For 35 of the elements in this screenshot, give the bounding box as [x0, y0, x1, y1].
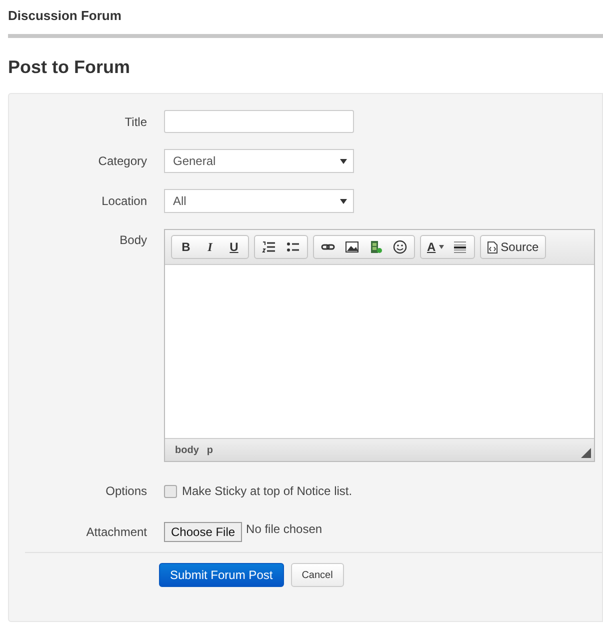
element-path-item[interactable]: body [175, 444, 199, 456]
title-input[interactable] [164, 110, 354, 133]
field-label: Title [124, 114, 147, 128]
text-color-button[interactable]: A [423, 236, 448, 258]
submit-button[interactable]: Submit Forum Post [159, 563, 284, 587]
page-title: Post to Forum [8, 57, 131, 78]
document-icon [486, 240, 498, 254]
field-label: Body [118, 232, 147, 247]
file-status: No file chosen [246, 522, 322, 536]
smiley-icon [393, 240, 407, 254]
source-button[interactable]: Source [482, 236, 543, 258]
horizontal-rule-icon [452, 240, 467, 254]
numbered-list-icon [262, 240, 276, 254]
dropdown-arrow-icon [340, 198, 347, 204]
dropdown-arrow-icon [340, 158, 347, 164]
page-header: Discussion Forum [8, 7, 122, 25]
field-label: Options [104, 484, 147, 498]
image-icon [345, 240, 359, 254]
caret-icon [438, 245, 444, 249]
element-path-item[interactable]: p [206, 444, 213, 456]
film-icon [369, 240, 383, 254]
resize-handle-icon[interactable] [581, 448, 591, 458]
checkbox-label: Make Sticky at top of Notice list. [182, 484, 352, 498]
cancel-button[interactable]: Cancel [290, 563, 344, 587]
format-button[interactable]: B [174, 236, 198, 258]
format-button[interactable]: I [198, 236, 222, 258]
category-select[interactable]: General [164, 149, 354, 173]
location-select[interactable]: All [164, 189, 354, 213]
format-button[interactable]: U [222, 236, 246, 258]
field-label: Category [97, 154, 147, 168]
checkbox[interactable] [164, 484, 177, 498]
field-label: Location [100, 194, 147, 208]
field-label: Attachment [85, 525, 147, 539]
bullet-list-icon [286, 240, 300, 254]
choose-file-button[interactable]: Choose File [164, 522, 242, 542]
